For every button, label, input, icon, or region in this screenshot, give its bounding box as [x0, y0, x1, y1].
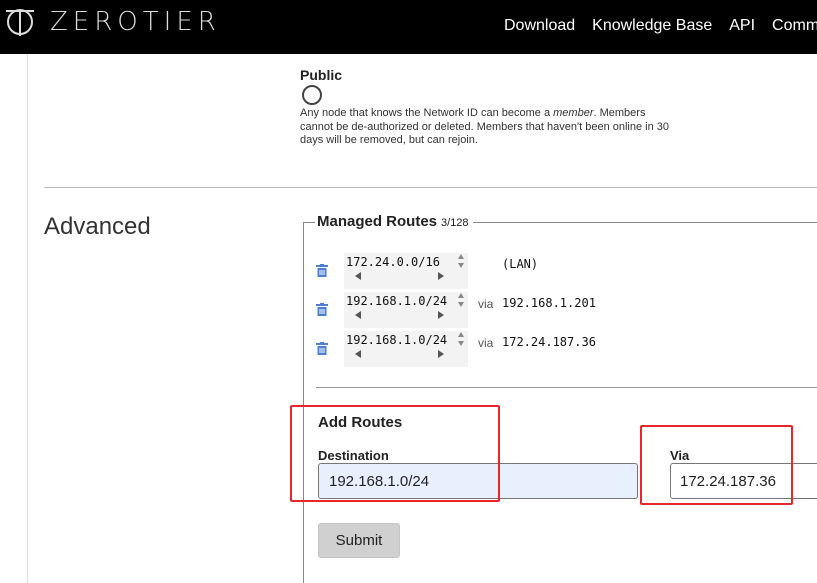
- highlight-box-via: [640, 425, 793, 505]
- route-target: 172.24.0.0/16: [346, 255, 440, 269]
- route-target: 192.168.1.0/24: [346, 333, 448, 347]
- brand-name: ZEROTIER: [50, 7, 221, 37]
- public-radio[interactable]: [302, 85, 322, 105]
- chevron-up-icon[interactable]: [457, 253, 465, 261]
- zerotier-logo-icon: [6, 9, 34, 36]
- public-desc-em: member: [553, 107, 594, 119]
- top-nav-bar: ZEROTIER Download Knowledge Base API Com…: [0, 0, 817, 54]
- scroll-left-icon[interactable]: [354, 349, 362, 359]
- fieldset-border: [303, 222, 304, 583]
- managed-routes-title: Managed Routes: [317, 213, 438, 230]
- route-via-label: via: [478, 297, 494, 311]
- scroll-left-icon[interactable]: [354, 310, 362, 320]
- trash-icon[interactable]: [316, 264, 328, 277]
- routes-divider: [316, 387, 817, 388]
- route-via: 172.24.187.36: [502, 335, 596, 349]
- trash-icon[interactable]: [316, 342, 328, 355]
- scroll-right-icon[interactable]: [437, 310, 445, 320]
- route-row: 192.168.1.0/24 via 172.24.187.36: [316, 331, 817, 371]
- chevron-down-icon[interactable]: [457, 300, 465, 308]
- route-row: 172.24.0.0/16 (LAN): [316, 253, 616, 293]
- route-via: (LAN): [502, 257, 539, 271]
- advanced-section-title: Advanced: [44, 213, 151, 240]
- route-target: 192.168.1.0/24: [346, 294, 448, 308]
- left-rail: [0, 54, 28, 583]
- nav-community[interactable]: Commu: [772, 17, 817, 35]
- public-option-label: Public: [300, 67, 343, 83]
- chevron-down-icon[interactable]: [457, 261, 465, 269]
- main-nav: Download Knowledge Base API Commu: [504, 17, 817, 35]
- public-desc-part: Any node that knows the Network ID can b…: [300, 107, 554, 119]
- scroll-right-icon[interactable]: [437, 271, 445, 281]
- chevron-up-icon[interactable]: [457, 292, 465, 300]
- nav-download[interactable]: Download: [504, 17, 575, 35]
- nav-api[interactable]: API: [729, 17, 755, 35]
- highlight-box-destination: [290, 405, 500, 502]
- scroll-left-icon[interactable]: [354, 271, 362, 281]
- submit-button[interactable]: Submit: [318, 523, 400, 558]
- section-divider: [44, 187, 817, 188]
- chevron-down-icon[interactable]: [457, 339, 465, 347]
- route-row: 192.168.1.0/24 via 192.168.1.201: [316, 292, 817, 332]
- route-via: 192.168.1.201: [502, 296, 596, 310]
- scroll-right-icon[interactable]: [437, 349, 445, 359]
- nav-knowledge-base[interactable]: Knowledge Base: [592, 17, 712, 35]
- fieldset-border: [303, 222, 315, 223]
- route-via-label: via: [478, 336, 494, 350]
- page: ZEROTIER Download Knowledge Base API Com…: [0, 0, 817, 583]
- public-option-description: Any node that knows the Network ID can b…: [300, 107, 670, 148]
- fieldset-border: [473, 222, 817, 223]
- trash-icon[interactable]: [316, 303, 328, 316]
- managed-routes-legend: Managed Routes 3/128: [317, 213, 469, 230]
- managed-routes-count: 3/128: [441, 217, 469, 229]
- chevron-up-icon[interactable]: [457, 331, 465, 339]
